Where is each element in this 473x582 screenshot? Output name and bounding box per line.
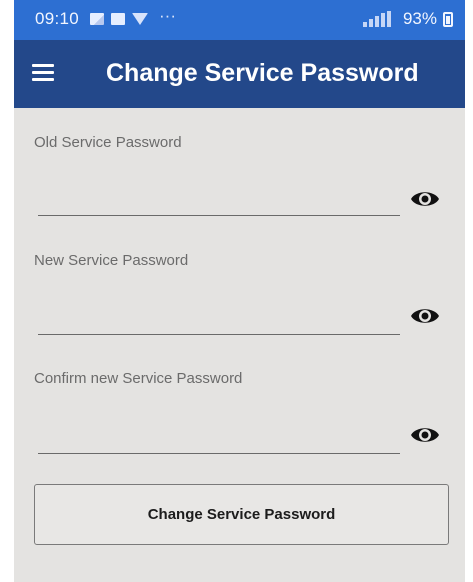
- change-password-button[interactable]: Change Service Password: [34, 484, 449, 545]
- show-confirm-password-eye-icon[interactable]: [410, 424, 440, 446]
- old-password-label: Old Service Password: [34, 134, 182, 151]
- wifi-notification-icon: [132, 13, 148, 25]
- show-new-password-eye-icon[interactable]: [410, 305, 440, 327]
- status-time: 09:10: [35, 9, 80, 28]
- new-password-label: New Service Password: [34, 252, 189, 269]
- notification-icons: ···: [90, 6, 176, 26]
- gallery-notification-icon: [90, 13, 104, 25]
- hamburger-menu-icon[interactable]: [32, 64, 54, 82]
- new-password-field[interactable]: [38, 295, 400, 335]
- confirm-password-field[interactable]: [38, 414, 400, 454]
- phone-screen: 09:10 ··· 93% Change Service Password Ol…: [14, 0, 465, 582]
- battery-icon: [443, 11, 453, 27]
- page-title: Change Service Password: [106, 59, 419, 87]
- signal-icon: [362, 11, 397, 27]
- confirm-password-label: Confirm new Service Password: [34, 370, 243, 387]
- status-bar: 09:10 ··· 93%: [14, 0, 465, 40]
- more-notifications-icon: ···: [159, 6, 176, 25]
- app-bar: Change Service Password: [14, 40, 465, 108]
- image-notification-icon: [111, 13, 125, 25]
- old-password-field[interactable]: [38, 176, 400, 216]
- system-indicators: 93%: [362, 9, 453, 29]
- show-old-password-eye-icon[interactable]: [410, 188, 440, 210]
- battery-percentage: 93%: [402, 9, 437, 28]
